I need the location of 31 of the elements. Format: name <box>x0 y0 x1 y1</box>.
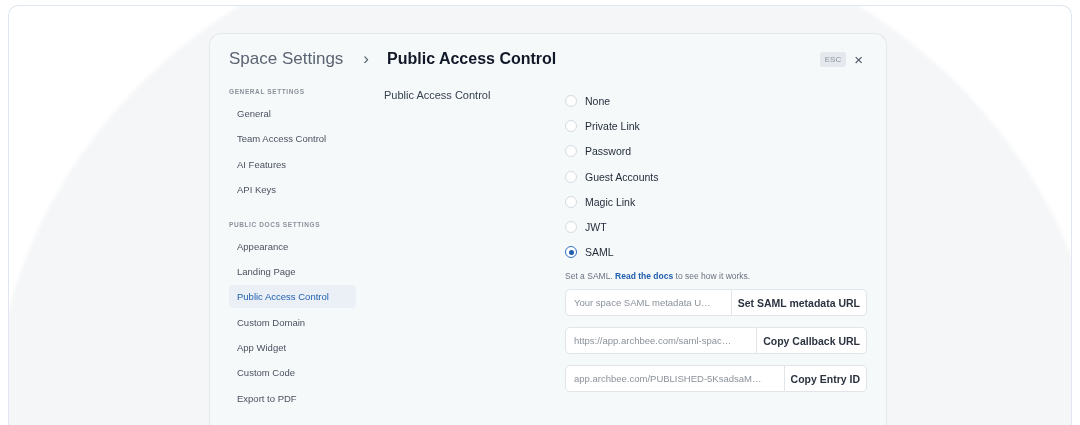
sidebar-item[interactable]: Public Access Control <box>229 285 356 309</box>
sidebar-item[interactable]: App Widget <box>229 336 356 360</box>
close-button[interactable]: × <box>850 50 867 68</box>
radio-option[interactable]: Private Link <box>565 113 867 139</box>
sidebar-item[interactable]: Custom Code <box>229 361 356 385</box>
action-button[interactable]: Set SAML metadata URL <box>731 289 867 317</box>
sidebar-item[interactable]: Landing Page <box>229 260 356 284</box>
radio-option[interactable]: Password <box>565 138 867 164</box>
sidebar-item[interactable]: Export to PDF <box>229 386 356 410</box>
help-text: Set a SAML. Read the docs to see how it works. <box>565 271 752 282</box>
breadcrumb-link[interactable]: Space Settings <box>229 49 344 69</box>
page-title: Public Access Control <box>387 50 557 68</box>
sidebar-item[interactable]: AI Features <box>229 152 356 176</box>
docs-link[interactable]: Read the docs <box>615 271 674 282</box>
esc-key-badge: ESC <box>819 51 847 67</box>
radio-option[interactable]: SAML <box>565 239 867 266</box>
action-button[interactable]: Copy Callback URL <box>757 327 867 355</box>
radio-option[interactable]: Magic Link <box>565 189 867 215</box>
radio-option[interactable]: None <box>565 88 867 114</box>
sidebar-item[interactable]: Team Access Control <box>229 127 356 151</box>
sidebar-item[interactable]: Custom Domain <box>229 310 356 334</box>
action-button[interactable]: Copy Entry ID <box>784 365 867 393</box>
breadcrumb-separator: › <box>363 49 370 69</box>
text-field[interactable]: Your space SAML metadata U… <box>565 289 732 317</box>
radio-option[interactable]: Guest Accounts <box>565 163 867 190</box>
sidebar-item[interactable]: Appearance <box>229 234 356 258</box>
radio-option[interactable]: JWT <box>565 214 867 240</box>
field-label: Public Access Control <box>384 89 492 103</box>
sidebar-item[interactable]: API Keys <box>229 177 356 201</box>
sidebar-item[interactable]: General <box>229 102 356 125</box>
radio-button[interactable] <box>565 246 577 259</box>
